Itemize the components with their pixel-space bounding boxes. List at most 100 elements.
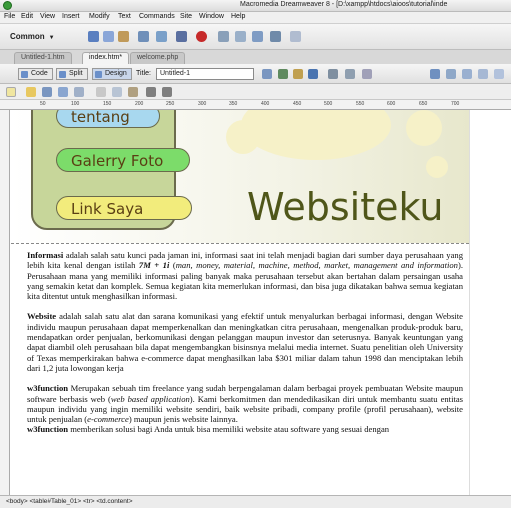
refresh-icon[interactable] (308, 69, 318, 79)
image-icon[interactable] (176, 31, 187, 42)
chevron-down-icon: ▼ (48, 35, 55, 41)
copy-icon[interactable] (112, 87, 122, 97)
media-icon[interactable] (196, 31, 207, 42)
panel-layout-icon[interactable] (446, 69, 456, 79)
panel-layout-4-icon[interactable] (494, 69, 504, 79)
site-logo-text: Websiteku (247, 185, 444, 229)
italic-text: e-commerce (87, 414, 129, 425)
cut-icon[interactable] (96, 87, 106, 97)
window-title: Macromedia Dreamweaver 8 - [D:\xampp\htd… (240, 1, 448, 8)
undo-icon[interactable] (146, 87, 156, 97)
template-icon[interactable] (252, 31, 263, 42)
print-icon[interactable] (74, 87, 84, 97)
nav-button-link-saya[interactable]: Link Saya (56, 196, 192, 220)
menu-view[interactable]: View (40, 13, 55, 20)
ruler-mark: 450 (293, 101, 302, 107)
date-icon[interactable] (218, 31, 229, 42)
canvas-empty-area (469, 110, 511, 495)
save-icon[interactable] (42, 87, 52, 97)
redo-icon[interactable] (162, 87, 172, 97)
tag-selector[interactable]: <body> <table#Table_01> <tr> <td.content… (6, 498, 133, 505)
validate-markup-icon[interactable] (362, 69, 372, 79)
panel-toggle-icon[interactable] (430, 69, 440, 79)
term-w3function: w3function (27, 424, 69, 435)
code-view-button[interactable]: Code (18, 68, 53, 80)
nav-button-tentang[interactable]: tentang (56, 110, 160, 128)
paw-toe-graphic (226, 120, 260, 154)
paste-icon[interactable] (128, 87, 138, 97)
file-management-icon[interactable] (262, 69, 272, 79)
split-view-icon (59, 71, 66, 78)
design-view-label: Design (105, 70, 127, 77)
split-view-label: Split (69, 70, 83, 77)
term-website: Website (27, 311, 57, 322)
paw-print-graphic (241, 110, 391, 160)
horizontal-ruler: 50 100 150 200 250 300 350 400 450 500 5… (0, 100, 511, 110)
italic-text: man, money, material, machine, method, m… (175, 260, 458, 271)
debug-icon[interactable] (293, 69, 303, 79)
tab-index[interactable]: index.htm* (82, 52, 130, 64)
design-view-icon (95, 71, 102, 78)
paw-toe-graphic (406, 110, 442, 146)
tab-welcome[interactable]: welcome.php (130, 52, 186, 64)
ruler-mark: 500 (324, 101, 333, 107)
hyperlink-icon[interactable] (88, 31, 99, 42)
document-toolbar: Code Split Design Title: Untitled-1 (0, 64, 511, 84)
email-link-icon[interactable] (103, 31, 114, 42)
dreamweaver-app-icon (3, 1, 12, 10)
tab-untitled-1[interactable]: Untitled-1.htm (14, 52, 72, 64)
insert-category-label: Common (10, 32, 45, 41)
ruler-mark: 350 (229, 101, 238, 107)
menu-help[interactable]: Help (231, 13, 245, 20)
ruler-mark: 700 (451, 101, 460, 107)
view-options-icon[interactable] (328, 69, 338, 79)
menu-file[interactable]: File (4, 13, 15, 20)
open-folder-icon[interactable] (26, 87, 36, 97)
tag-chooser-icon[interactable] (270, 31, 281, 42)
save-all-icon[interactable] (58, 87, 68, 97)
vertical-ruler (0, 110, 10, 498)
ruler-mark: 400 (261, 101, 270, 107)
nav-button-galeri-foto[interactable]: Galerry Foto (56, 148, 190, 172)
panel-layout-3-icon[interactable] (478, 69, 488, 79)
paragraph-informasi: Informasi adalah salah satu kunci pada j… (27, 250, 463, 301)
named-anchor-icon[interactable] (118, 31, 129, 42)
window-title-bar: Macromedia Dreamweaver 8 - [D:\xampp\htd… (0, 0, 511, 12)
design-view-canvas[interactable]: tentang Galerry Foto Link Saya Websiteku… (11, 110, 469, 495)
code-view-icon (21, 71, 28, 78)
status-bar: <body> <table#Table_01> <tr> <td.content… (0, 495, 511, 508)
ruler-mark: 200 (135, 101, 144, 107)
menu-text[interactable]: Text (118, 13, 131, 20)
menu-commands[interactable]: Commands (139, 13, 175, 20)
comment-icon[interactable] (235, 31, 246, 42)
term-w3function: w3function (27, 383, 69, 394)
menu-modify[interactable]: Modify (89, 13, 110, 20)
document-title-input[interactable]: Untitled-1 (156, 68, 254, 80)
menu-insert[interactable]: Insert (62, 13, 80, 20)
insert-category-dropdown[interactable]: Common ▼ (10, 32, 55, 41)
head-icon[interactable] (290, 31, 301, 42)
ruler-mark: 300 (198, 101, 207, 107)
menu-edit[interactable]: Edit (21, 13, 33, 20)
visual-aids-icon[interactable] (345, 69, 355, 79)
panel-layout-2-icon[interactable] (462, 69, 472, 79)
menu-window[interactable]: Window (199, 13, 224, 20)
ruler-mark: 100 (71, 101, 80, 107)
design-view-button[interactable]: Design (92, 68, 132, 80)
new-document-icon[interactable] (6, 87, 16, 97)
ruler-mark: 150 (103, 101, 112, 107)
layer-icon[interactable] (156, 31, 167, 42)
page-content[interactable]: Informasi adalah salah satu kunci pada j… (27, 250, 463, 445)
preview-browser-icon[interactable] (278, 69, 288, 79)
menu-site[interactable]: Site (180, 13, 192, 20)
term-informasi: Informasi (27, 250, 64, 260)
menu-bar: File Edit View Insert Modify Text Comman… (0, 12, 511, 24)
ruler-mark: 250 (166, 101, 175, 107)
formula: 7M + 1i (138, 260, 170, 271)
text: memberikan solusi bagi Anda untuk bisa m… (68, 424, 390, 435)
ruler-mark: 550 (356, 101, 365, 107)
split-view-button[interactable]: Split (56, 68, 88, 80)
paw-toe-graphic (426, 156, 448, 178)
table-icon[interactable] (138, 31, 149, 42)
standard-toolbar (0, 84, 511, 100)
